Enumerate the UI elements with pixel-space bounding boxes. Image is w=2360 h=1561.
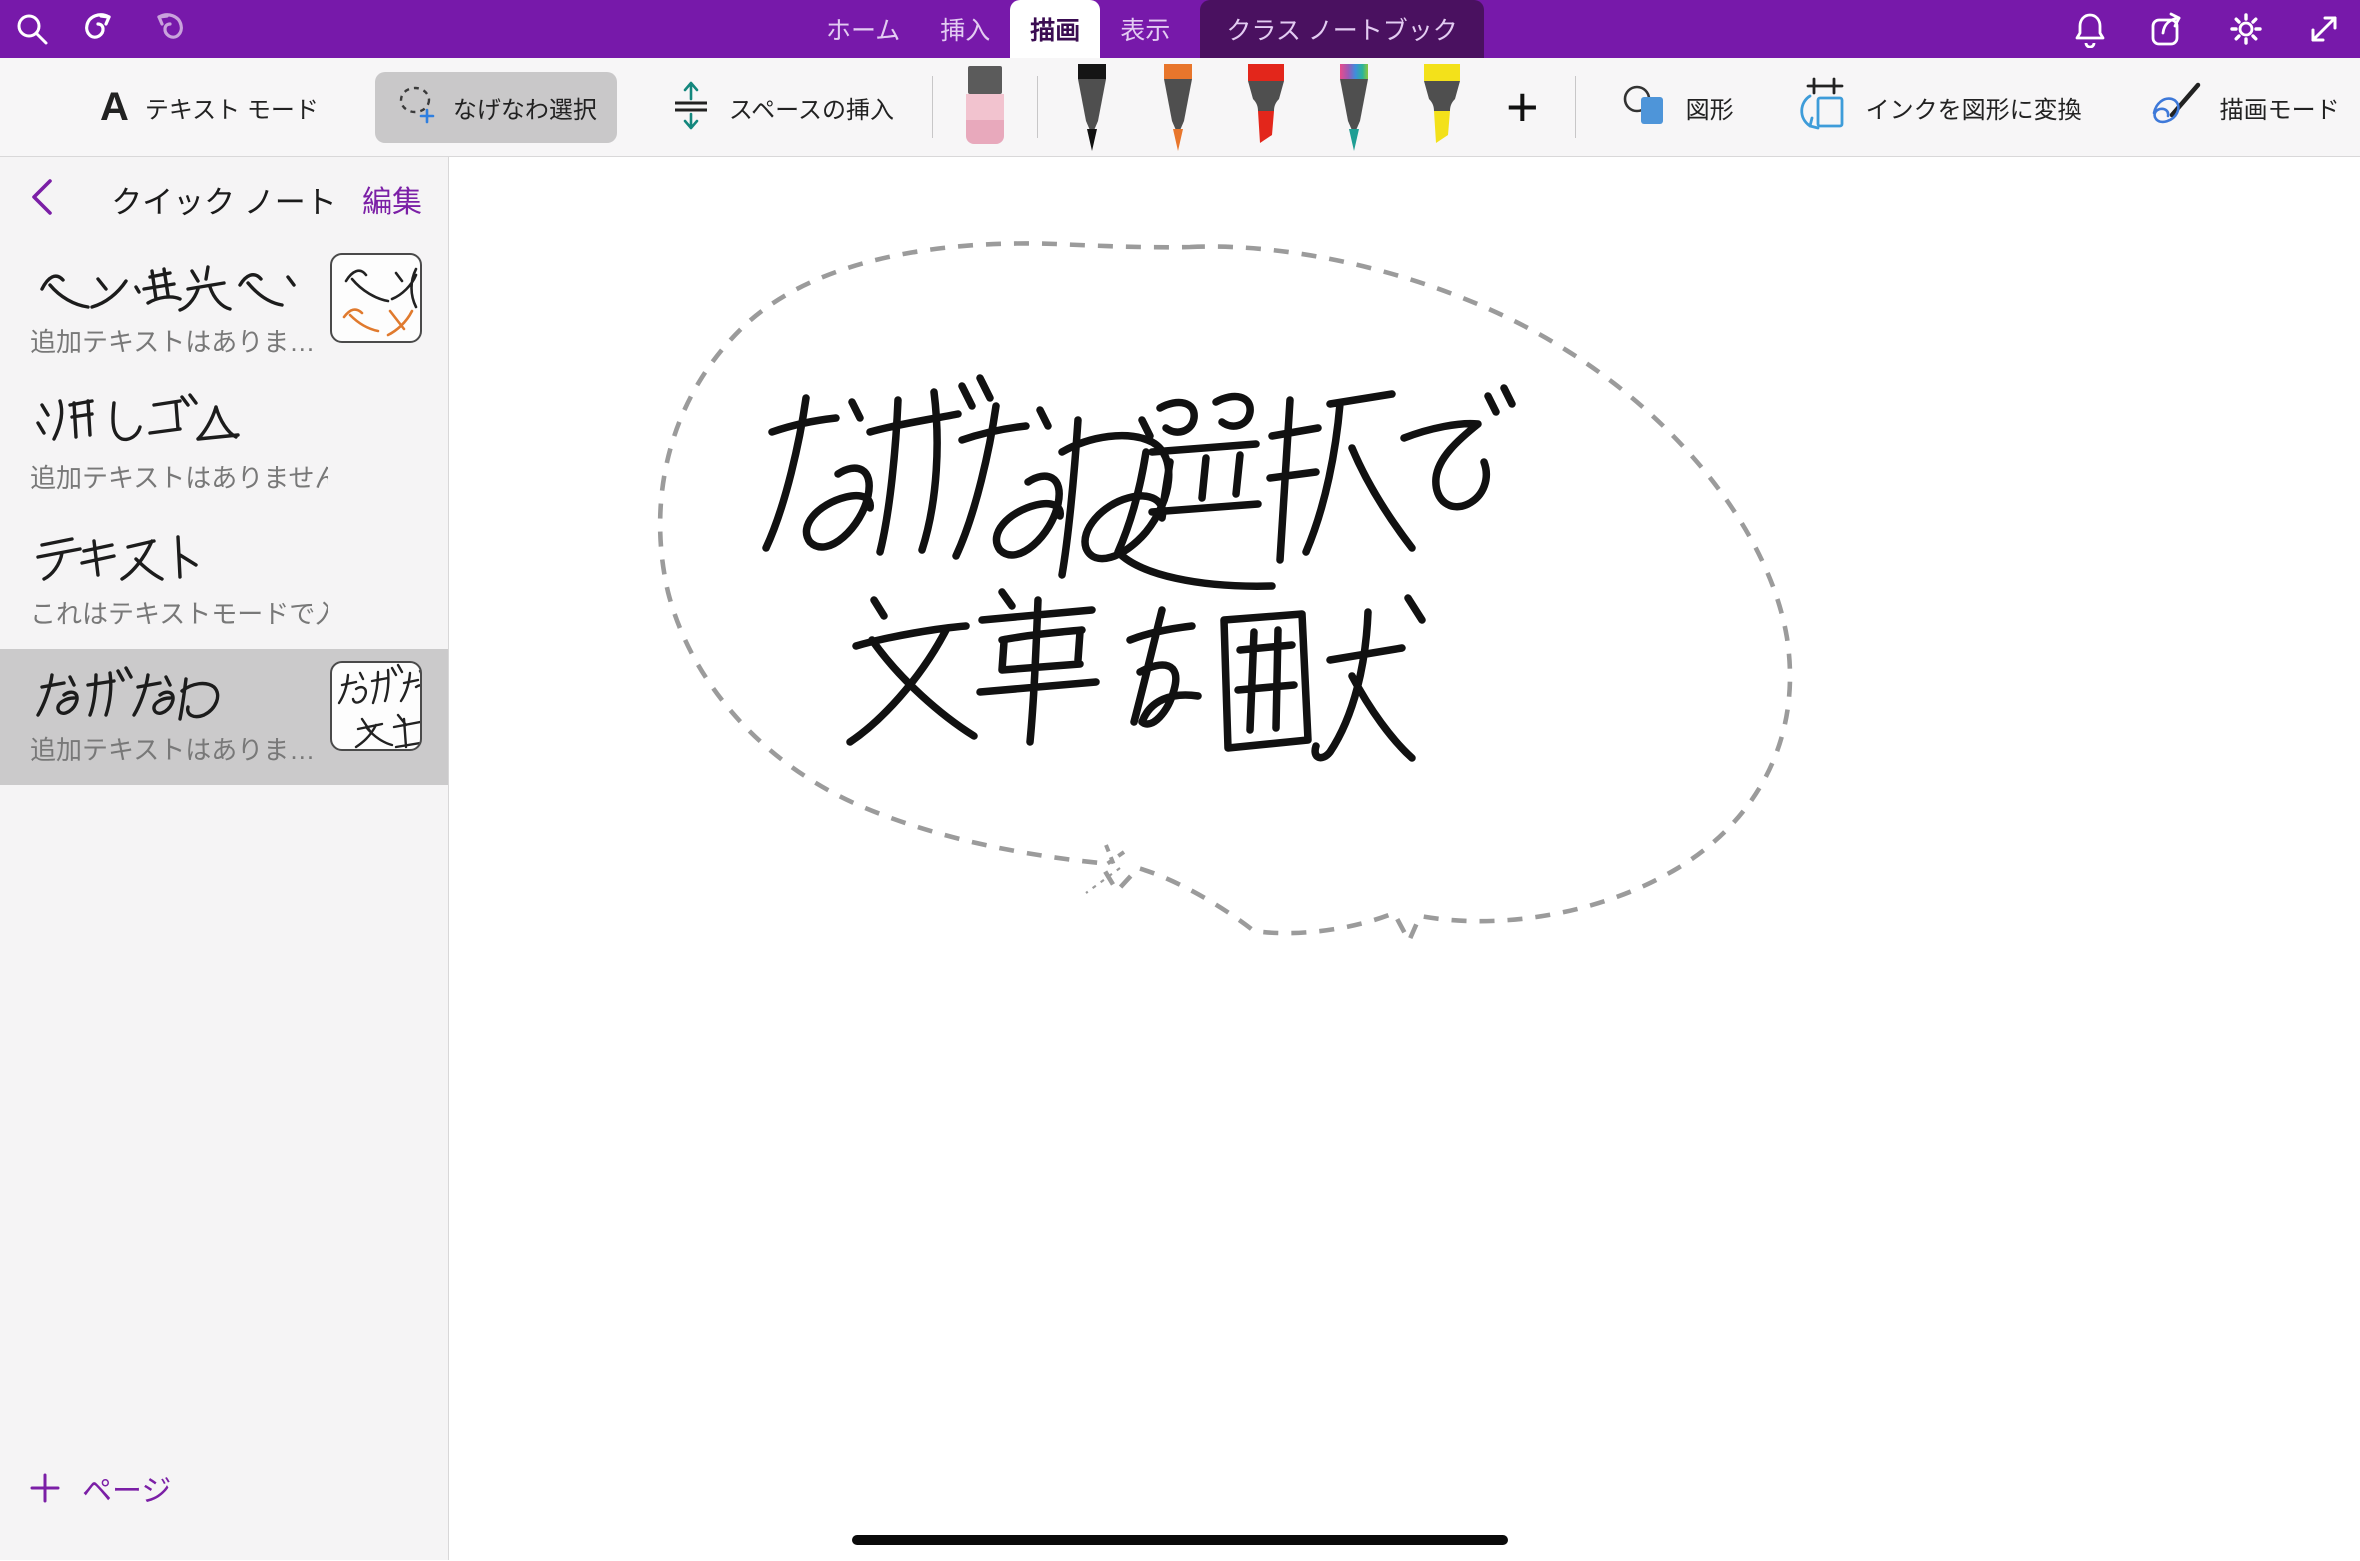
toolbar-divider [1575,76,1576,138]
page-list-item-pen-highlighter[interactable]: 追加テキストはありま… [0,241,448,377]
draw-mode-icon [2148,79,2204,136]
ribbon-tabs: ホーム 挿入 描画 表示 クラス ノートブック [806,0,1484,58]
tab-draw[interactable]: 描画 [1010,0,1100,58]
rainbow-galaxy-pen-tool[interactable] [1328,58,1380,157]
page-list-item-lasso[interactable]: 追加テキストはありま… [0,649,448,785]
topbar-right-icons [2068,0,2346,58]
item-subtitle: 追加テキストはありま… [30,322,328,359]
handwriting-line2 [850,592,1422,758]
item-subtitle: これはテキストモードで入力し… [30,594,328,631]
handwriting-line1 [766,378,1512,586]
ink-drawing [449,157,2359,1560]
add-page-label: ページ [82,1466,171,1510]
topbar-left-icons [10,0,190,58]
insert-space-label: スペースの挿入 [729,90,894,125]
handwritten-title [30,529,220,585]
handwritten-title [30,393,250,449]
page-list-item-eraser[interactable]: 追加テキストはありません [0,377,448,513]
draw-mode-label: 描画モード [2220,90,2340,125]
item-subtitle: 追加テキストはありません [30,458,328,495]
page-thumbnail [330,661,422,751]
plus-icon [30,1473,60,1503]
insert-space-icon [667,77,715,138]
eraser-tool[interactable] [959,58,1011,157]
draw-mode-button[interactable]: 描画モード [2148,79,2340,136]
shapes-button[interactable]: 図形 [1620,81,1734,134]
edit-button[interactable]: 編集 [362,177,422,221]
notifications-bell-icon[interactable] [2068,7,2112,51]
black-pen-tool[interactable] [1066,58,1118,157]
yellow-highlighter-tool[interactable] [1414,58,1470,157]
ink-to-shape-label: インクを図形に変換 [1866,90,2082,125]
title-bar: ホーム 挿入 描画 表示 クラス ノートブック [0,0,2360,58]
share-icon[interactable] [2146,7,2190,51]
ink-to-shape-button[interactable]: インクを図形に変換 [1794,76,2082,139]
tab-home[interactable]: ホーム [806,0,920,58]
page-thumbnail [330,253,422,343]
draw-toolbar: A テキスト モード なげなわ選択 スペースの挿入 + 図 [0,58,2360,157]
page-list-sidebar: クイック ノート 編集 追加テキストはありま… [0,157,449,1560]
lasso-select-label: なげなわ選択 [453,90,597,125]
back-chevron-icon[interactable] [28,177,54,222]
shapes-icon [1620,81,1672,134]
fullscreen-expand-icon[interactable] [2302,7,2346,51]
search-icon[interactable] [10,7,54,51]
settings-gear-icon[interactable] [2224,7,2268,51]
note-canvas[interactable] [449,157,2360,1560]
text-mode-icon: A [100,87,129,127]
toolbar-divider [932,76,933,138]
tab-class-notebook[interactable]: クラス ノートブック [1200,0,1483,58]
item-subtitle: 追加テキストはありま… [30,730,328,767]
sidebar-header: クイック ノート 編集 [0,157,448,241]
text-mode-label: テキスト モード [145,90,319,125]
add-pen-button[interactable]: + [1506,79,1539,135]
undo-icon[interactable] [78,7,122,51]
red-highlighter-tool[interactable] [1238,58,1294,157]
page-list-item-text[interactable]: これはテキストモードで入力し… [0,513,448,649]
tab-view[interactable]: 表示 [1100,0,1190,58]
shapes-label: 図形 [1686,90,1734,125]
handwritten-title [30,665,230,721]
home-indicator-bar[interactable] [852,1535,1508,1545]
insert-space-button[interactable]: スペースの挿入 [667,77,894,138]
redo-icon[interactable] [146,7,190,51]
lasso-selection-loop [660,243,1790,941]
handwritten-title [30,257,300,313]
toolbar-divider [1037,76,1038,138]
add-page-button[interactable]: ページ [30,1466,171,1510]
lasso-select-button[interactable]: なげなわ選択 [375,72,617,143]
tab-insert[interactable]: 挿入 [920,0,1010,58]
ink-to-shape-icon [1794,76,1850,139]
orange-pen-tool[interactable] [1152,58,1204,157]
lasso-icon [395,84,441,131]
text-mode-button[interactable]: A テキスト モード [100,87,319,127]
